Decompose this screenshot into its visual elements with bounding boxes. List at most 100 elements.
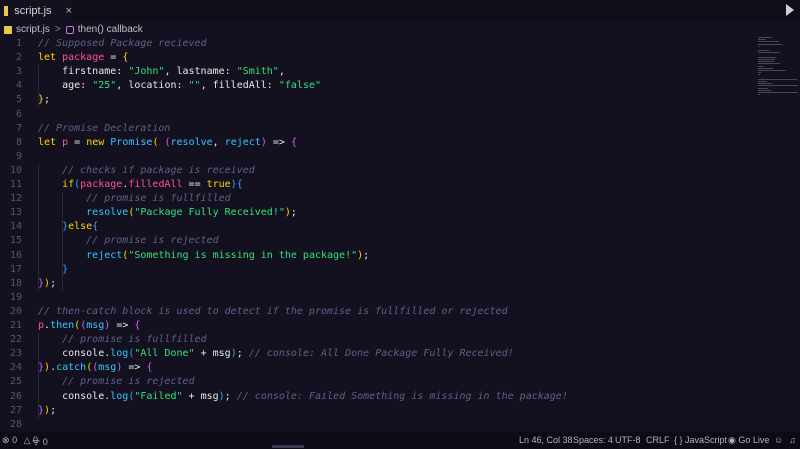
- code-text: });: [38, 404, 56, 418]
- code-line[interactable]: 25 // promise is rejected: [0, 375, 760, 389]
- code-line[interactable]: 18});: [0, 277, 760, 291]
- line-number: 22: [9, 334, 22, 346]
- code-text: // Promise Decleration: [38, 122, 170, 136]
- line-number: 4: [15, 80, 22, 92]
- code-token: "Smith": [236, 66, 279, 78]
- code-text: console.log("Failed" + msg); // console:…: [38, 390, 568, 404]
- notifications-icon[interactable]: ♫: [789, 435, 796, 445]
- code-line[interactable]: 21 p.then((msg) => {: [0, 319, 760, 333]
- broadcast-icon: ᯤ: [32, 437, 41, 447]
- go-live-button[interactable]: ◉ Go Live: [728, 435, 769, 446]
- tab-bar: script.js ×: [0, 0, 800, 22]
- code-line[interactable]: 3 firstname: "John", lastname: "Smith",: [0, 65, 760, 79]
- code-token: // promise is fullfilled: [38, 193, 231, 205]
- code-token: ==: [182, 179, 207, 190]
- minimap-line: [758, 70, 786, 71]
- line-number: 3: [15, 66, 22, 78]
- code-line[interactable]: 23 console.log("All Done" + msg); // con…: [0, 347, 760, 361]
- code-token: package: [80, 179, 123, 190]
- close-icon[interactable]: ×: [66, 5, 72, 17]
- minimap-line: [758, 83, 772, 85]
- line-number: 20: [9, 305, 22, 317]
- code-token: // console: Failed Something is missing …: [236, 390, 568, 402]
- line-number: 12: [9, 193, 22, 205]
- code-line[interactable]: 1 // Supposed Package recieved: [0, 37, 760, 51]
- line-ending[interactable]: CRLF: [646, 435, 670, 445]
- code-text: // promise is fullfilled: [38, 192, 231, 206]
- code-line[interactable]: 17 }: [0, 263, 760, 277]
- code-line[interactable]: 5};: [0, 93, 760, 107]
- code-line[interactable]: 11 if(package.filledAll == true){: [0, 178, 760, 192]
- language-mode[interactable]: { } JavaScript: [674, 435, 727, 445]
- breadcrumb-separator: >: [54, 24, 61, 35]
- code-token: reject: [224, 136, 261, 148]
- code-line[interactable]: 14 }else{: [0, 220, 760, 234]
- live-share-count: 0: [42, 437, 48, 447]
- code-token: ,: [212, 136, 225, 148]
- code-line[interactable]: 4 age: "25", location: "", filledAll: "f…: [0, 79, 760, 93]
- line-number: 5: [15, 94, 22, 106]
- tab-label: script.js: [14, 5, 52, 17]
- line-number: 14: [9, 221, 22, 233]
- code-line[interactable]: 13 resolve("Package Fully Received!");: [0, 206, 760, 220]
- minimap[interactable]: [756, 37, 800, 107]
- code-line[interactable]: 28: [0, 418, 760, 432]
- live-share-indicator[interactable]: ᯤ 0: [32, 435, 48, 448]
- code-token: "Failed": [134, 390, 183, 402]
- language-label: JavaScript: [685, 435, 728, 445]
- code-text: // promise is rejected: [38, 234, 219, 248]
- code-line[interactable]: 19: [0, 291, 760, 305]
- breadcrumb-symbol[interactable]: then() callback: [78, 24, 143, 35]
- indent-guide: [38, 333, 39, 376]
- minimap-line: [758, 65, 763, 67]
- code-token: // then-catch block is used to detect if…: [38, 305, 508, 317]
- code-line[interactable]: 7 // Promise Decleration: [0, 122, 760, 136]
- code-line[interactable]: 12 // promise is fullfilled: [0, 192, 760, 206]
- minimap-line: [758, 45, 759, 47]
- code-line[interactable]: 2 let package = {: [0, 51, 760, 65]
- code-token: let: [38, 136, 63, 148]
- code-line[interactable]: 26 console.log("Failed" + msg); // conso…: [0, 390, 760, 404]
- code-token: // promise is rejected: [38, 235, 219, 247]
- line-number: 27: [9, 404, 22, 416]
- code-line[interactable]: 16 reject("Something is missing in the p…: [0, 249, 760, 263]
- minimap-line: [758, 63, 780, 65]
- code-line[interactable]: 22 // promise is fullfilled: [0, 333, 760, 347]
- code-token: reject: [38, 249, 123, 261]
- code-line[interactable]: 24}).catch((msg) => {: [0, 361, 760, 375]
- code-line[interactable]: 20 // then-catch block is used to detect …: [0, 305, 760, 319]
- indent-guide: [38, 65, 39, 108]
- code-token: resolve: [170, 136, 213, 148]
- encoding[interactable]: UTF-8: [615, 435, 641, 445]
- code-token: then: [50, 320, 75, 331]
- account-icon[interactable]: ☺: [774, 435, 783, 445]
- code-line[interactable]: 10 // checks if package is received: [0, 164, 760, 178]
- indentation[interactable]: Spaces: 4: [573, 435, 613, 445]
- code-line[interactable]: 9: [0, 150, 760, 164]
- cursor-position[interactable]: Ln 46, Col 38: [519, 435, 573, 445]
- indent-guide: [38, 375, 39, 418]
- code-token: =: [104, 52, 123, 64]
- horizontal-scrollbar[interactable]: [272, 445, 304, 448]
- code-text: let p = new Promise( (resolve, reject) =…: [38, 136, 297, 150]
- code-editor[interactable]: 1 // Supposed Package recieved 2 let packag…: [0, 37, 800, 432]
- code-token: ;: [224, 390, 237, 402]
- code-token: package: [62, 52, 105, 64]
- minimap-line: [758, 37, 772, 38]
- code-token: log: [110, 390, 129, 402]
- breadcrumb-file[interactable]: script.js: [16, 24, 50, 35]
- tab-script-js[interactable]: script.js ×: [0, 0, 72, 22]
- line-number: 7: [15, 122, 22, 134]
- code-token: "Package Fully Received!": [134, 207, 285, 219]
- code-line[interactable]: 15 // promise is rejected: [0, 234, 760, 248]
- run-icon[interactable]: [786, 4, 794, 16]
- code-token: {: [122, 52, 129, 64]
- code-line[interactable]: 8 let p = new Promise( (resolve, reject) …: [0, 136, 760, 150]
- code-line[interactable]: 6: [0, 108, 760, 122]
- line-number: 18: [9, 277, 22, 289]
- code-line[interactable]: 27});: [0, 404, 760, 418]
- breadcrumb: script.js > then() callback: [0, 22, 800, 37]
- code-token: age:: [38, 80, 93, 92]
- code-token: ;: [236, 348, 249, 360]
- line-number: 16: [9, 249, 22, 261]
